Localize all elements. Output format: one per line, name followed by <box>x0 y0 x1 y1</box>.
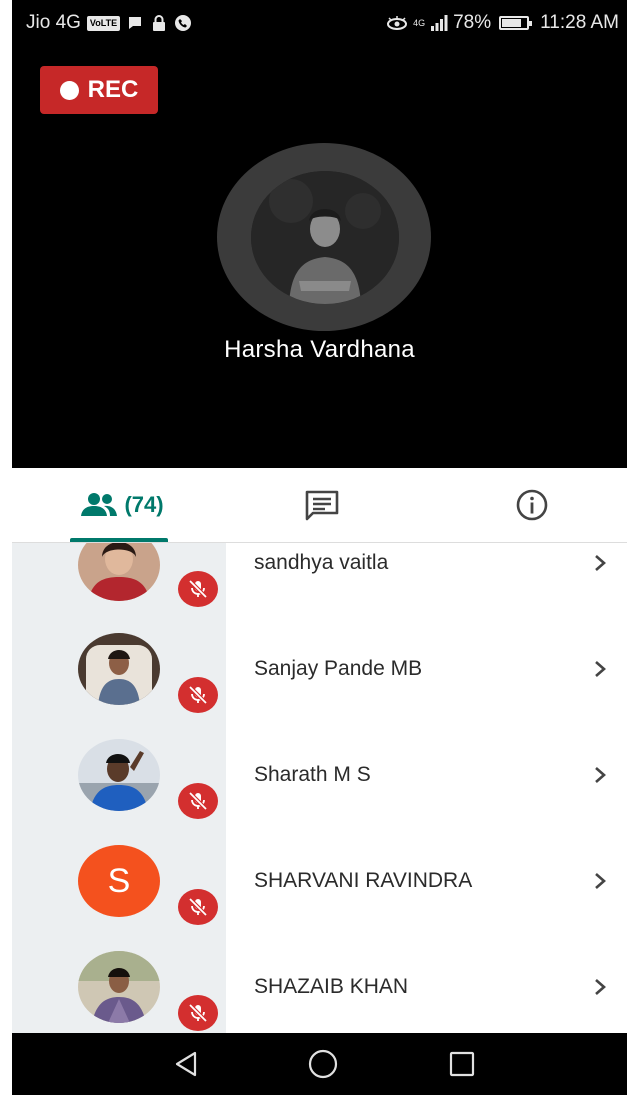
speaker-photo <box>251 171 399 304</box>
recording-indicator[interactable]: REC <box>40 66 158 114</box>
participant-count: (74) <box>124 492 164 517</box>
participant-name: SHARVANI RAVINDRA <box>254 869 473 892</box>
mic-off-icon <box>188 685 208 705</box>
list-item[interactable]: Sharath M S <box>12 733 627 839</box>
tab-chat[interactable] <box>282 468 362 542</box>
chevron-right-icon <box>595 979 606 995</box>
mic-off-icon <box>188 1003 208 1023</box>
carrier-label: Jio 4G <box>26 12 81 33</box>
chevron-right-icon <box>595 661 606 677</box>
network-type-label: 4G <box>413 17 426 28</box>
participant-name: Sanjay Pande MB <box>254 657 423 680</box>
record-dot-icon <box>59 80 79 100</box>
chevron-right-icon <box>595 767 606 783</box>
tab-people[interactable]: (74) <box>52 468 192 542</box>
mic-off-badge <box>178 571 218 607</box>
speaker-avatar <box>251 171 399 304</box>
status-bar: Jio 4G VoLTE 4G 78% 11:28 AM <box>12 0 627 48</box>
avatar <box>78 951 160 1023</box>
mic-off-badge <box>178 889 218 925</box>
avatar <box>78 633 160 705</box>
people-icon <box>81 493 118 516</box>
list-item[interactable]: Sanjay Pande MB <box>12 627 627 733</box>
home-button[interactable] <box>305 1047 341 1081</box>
mic-off-badge <box>178 995 218 1031</box>
phone-call-icon <box>175 15 192 31</box>
video-stage: Jio 4G VoLTE 4G 78% 11:28 AM REC Harsha … <box>12 0 627 468</box>
participant-name: sandhya vaitla <box>254 551 389 574</box>
mic-off-badge <box>178 677 218 713</box>
phone-screen: Jio 4G VoLTE 4G 78% 11:28 AM REC Harsha … <box>12 0 627 1095</box>
list-item[interactable]: sandhya vaitla <box>12 543 627 627</box>
letter-avatar: S <box>78 845 160 917</box>
chevron-right-icon <box>595 873 606 889</box>
battery-percent: 78% <box>453 12 492 33</box>
speaker-avatar-ring <box>217 143 431 331</box>
clock: 11:28 AM <box>540 12 619 33</box>
list-item[interactable]: S SHARVANI RAVINDRA <box>12 839 627 945</box>
mic-off-icon <box>188 791 208 811</box>
tab-info[interactable] <box>492 468 572 542</box>
mic-off-icon <box>188 579 208 599</box>
battery-icon <box>499 16 533 30</box>
avatar <box>78 739 160 811</box>
recents-button[interactable] <box>444 1047 480 1081</box>
recents-square-icon <box>449 1051 475 1077</box>
system-navigation-bar <box>12 1033 627 1095</box>
panel-tabs: (74) <box>12 468 627 543</box>
message-notification-icon <box>129 17 142 29</box>
avatar <box>78 543 160 601</box>
back-triangle-icon <box>175 1051 197 1077</box>
eye-comfort-icon <box>387 16 408 30</box>
volte-badge: VoLTE <box>86 15 121 31</box>
list-item[interactable]: SHAZAIB KHAN <box>12 945 627 1033</box>
home-circle-icon <box>308 1049 338 1079</box>
rec-label: REC <box>87 76 139 103</box>
participant-name: SHAZAIB KHAN <box>254 975 409 998</box>
chevron-right-icon <box>595 555 606 571</box>
participant-list: sandhya vaitla Sanjay Pande MB Sharath M… <box>12 543 627 1033</box>
participant-name: Sharath M S <box>254 763 371 786</box>
mic-off-icon <box>188 897 208 917</box>
back-button[interactable] <box>168 1047 204 1081</box>
signal-icon <box>431 15 448 31</box>
lock-icon <box>153 15 166 31</box>
chat-icon <box>305 490 339 521</box>
active-tab-indicator <box>70 538 168 542</box>
mic-off-badge <box>178 783 218 819</box>
speaker-name: Harsha Vardhana <box>224 336 415 363</box>
info-icon <box>516 489 548 521</box>
